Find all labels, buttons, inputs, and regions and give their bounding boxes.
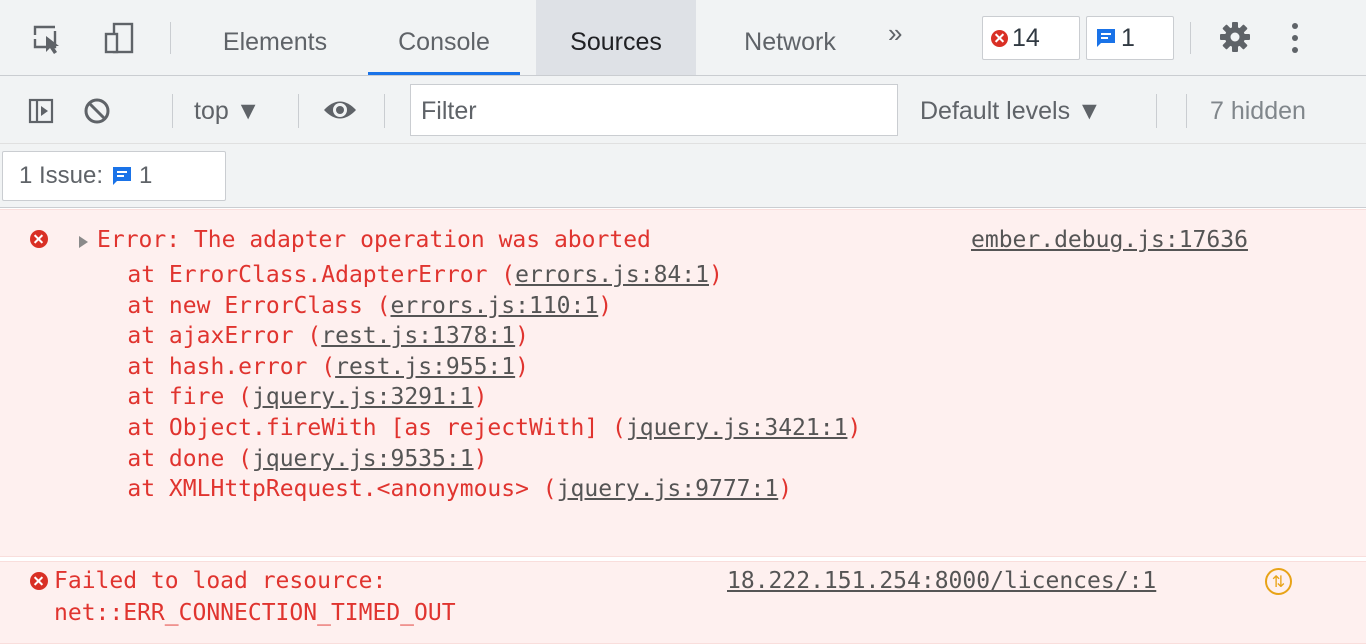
stack-frame-text: )	[515, 323, 529, 350]
stack-frame-text: )	[778, 476, 793, 503]
stack-frame-text: )	[473, 445, 488, 472]
issues-count: 1	[139, 162, 153, 189]
error-icon	[30, 572, 48, 590]
stack-frame-link[interactable]: rest.js:1378:1	[321, 323, 515, 349]
stack-frame: at done (jquery.js:9535:1)	[72, 444, 861, 475]
error-source-link[interactable]: 18.222.151.254:8000/licences/:1	[727, 566, 1156, 596]
device-toolbar-icon[interactable]	[102, 20, 138, 56]
stack-frame: at ajaxError (rest.js:1378:1)	[72, 321, 861, 352]
stack-frame-link[interactable]: jquery.js:3421:1	[626, 415, 848, 441]
stack-frame: at ErrorClass.AdapterError (errors.js:84…	[72, 260, 861, 291]
stack-frame-text: at hash.error (	[72, 353, 336, 380]
stack-frame-text: )	[473, 384, 488, 411]
stack-frame-text: at ajaxError (	[72, 323, 322, 350]
live-expression-eye-icon[interactable]	[322, 97, 358, 123]
issues-bar: 1 Issue: 1	[0, 144, 1366, 208]
toolbar-divider	[172, 94, 173, 128]
stack-frame-text: at done (	[72, 445, 253, 472]
stack-frame-text: at Object.fireWith [as rejectWith] (	[72, 414, 626, 441]
toolbar-divider	[298, 94, 299, 128]
more-options-icon[interactable]	[1290, 20, 1300, 56]
error-source-link[interactable]: ember.debug.js:17636	[971, 225, 1248, 255]
stack-trace: at ErrorClass.AdapterError (errors.js:84…	[72, 260, 861, 505]
error-message-text: net::ERR_CONNECTION_TIMED_OUT	[54, 600, 456, 626]
stack-frame-text: )	[598, 292, 613, 319]
tab-sources[interactable]: Sources	[536, 0, 696, 75]
context-selector[interactable]: top ▼	[194, 97, 260, 126]
settings-gear-icon[interactable]	[1218, 20, 1252, 54]
issues-button[interactable]: 1 Issue: 1	[2, 151, 226, 201]
stack-frame-text: )	[847, 414, 862, 441]
toolbar-divider	[170, 22, 171, 54]
devtools-tabbar: Elements Console Sources Network » 14 1	[0, 0, 1366, 76]
error-count: 14	[1012, 23, 1040, 52]
stack-frame: at fire (jquery.js:3291:1)	[72, 382, 861, 413]
stack-frame-link[interactable]: jquery.js:9777:1	[557, 476, 779, 502]
stack-frame-text: )	[515, 353, 529, 380]
hidden-count: 7 hidden	[1210, 97, 1306, 125]
tab-console[interactable]: Console	[368, 0, 520, 75]
error-message-text: Error: The adapter operation was aborted	[97, 227, 651, 253]
message-icon	[1097, 29, 1115, 47]
error-message-text: Failed to load resource:	[54, 568, 387, 594]
stack-frame-text: at XMLHttpRequest.<anonymous> (	[72, 476, 557, 503]
stack-frame-text: at new ErrorClass (	[72, 292, 391, 319]
stack-frame: at new ErrorClass (errors.js:110:1)	[72, 291, 861, 322]
more-tabs-icon[interactable]: »	[888, 18, 903, 49]
message-icon	[113, 167, 132, 185]
stack-frame-link[interactable]: errors.js:84:1	[515, 262, 709, 288]
stack-frame-text: )	[708, 262, 723, 288]
toolbar-divider	[1190, 22, 1191, 54]
console-toolbar: top ▼ Filter Default levels ▼ 7 hidden	[0, 76, 1366, 144]
toolbar-divider	[1186, 94, 1187, 128]
toolbar-divider	[384, 94, 385, 128]
network-warning-icon[interactable]: ⇅	[1265, 568, 1292, 595]
stack-frame-link[interactable]: rest.js:955:1	[335, 354, 515, 380]
log-levels-dropdown[interactable]: Default levels ▼	[920, 97, 1102, 126]
inspect-element-icon[interactable]	[30, 20, 66, 56]
tab-network[interactable]: Network	[712, 0, 868, 75]
message-counter-button[interactable]: 1	[1086, 16, 1174, 60]
stack-frame-link[interactable]: jquery.js:3291:1	[252, 384, 474, 410]
stack-frame: at Object.fireWith [as rejectWith] (jque…	[72, 413, 861, 444]
error-counter-button[interactable]: 14	[982, 16, 1080, 60]
stack-frame: at hash.error (rest.js:955:1)	[72, 352, 861, 383]
error-icon	[30, 230, 48, 248]
stack-frame-link[interactable]: errors.js:110:1	[391, 293, 599, 319]
sidebar-toggle-icon[interactable]	[28, 98, 54, 124]
issues-label: 1 Issue:	[19, 162, 104, 189]
stack-frame-text: at fire (	[72, 384, 253, 411]
expand-triangle-icon[interactable]	[79, 236, 88, 248]
stack-frame-link[interactable]: jquery.js:9535:1	[252, 446, 474, 472]
stack-frame-text: at ErrorClass.AdapterError (	[72, 262, 516, 288]
tab-elements[interactable]: Elements	[200, 0, 350, 75]
message-count: 1	[1121, 23, 1135, 52]
filter-input[interactable]: Filter	[410, 84, 898, 136]
stack-frame: at XMLHttpRequest.<anonymous> (jquery.js…	[72, 474, 861, 505]
error-icon	[991, 29, 1008, 47]
toolbar-divider	[1156, 94, 1157, 128]
clear-console-icon[interactable]	[82, 96, 112, 126]
